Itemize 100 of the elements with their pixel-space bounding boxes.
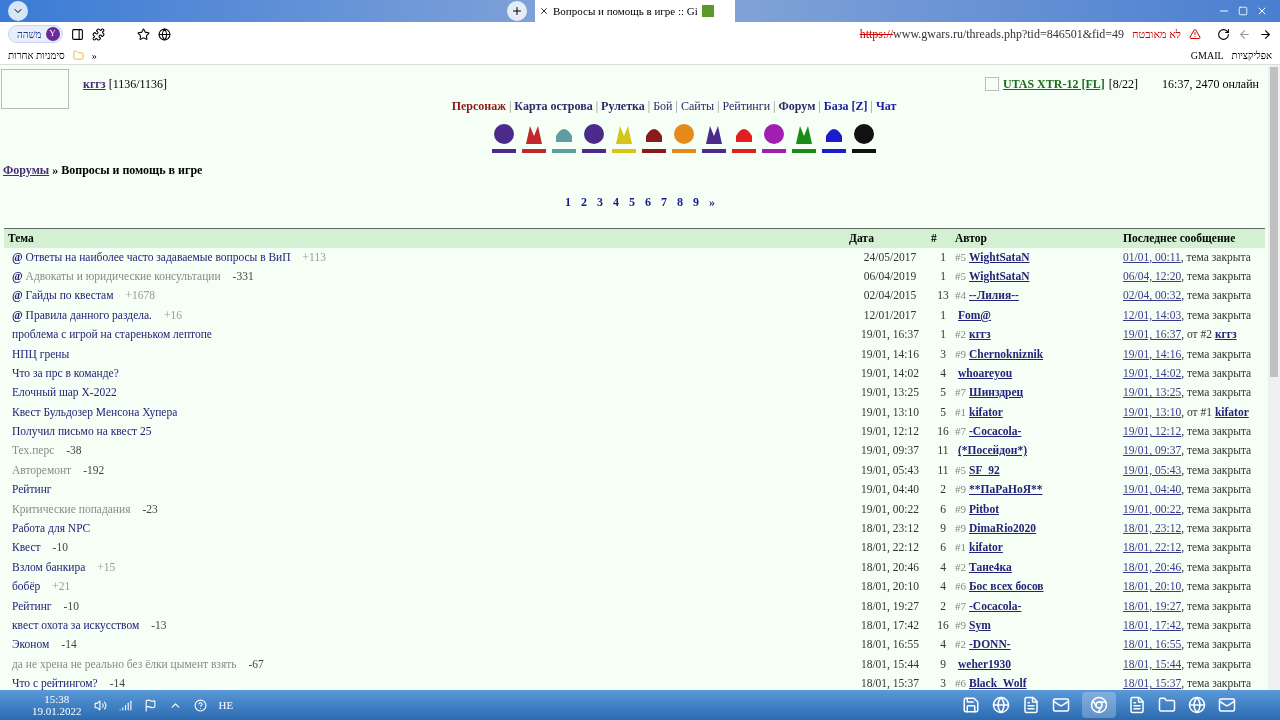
browser-icon[interactable] [1188,696,1206,714]
topic-link[interactable]: квест охота за искусством [12,619,140,631]
page-link[interactable]: 3 [597,193,603,211]
author-link[interactable]: -DONN- [969,638,1011,651]
forward-icon[interactable] [1259,27,1272,41]
topic-link[interactable]: Получил письмо на квест 25 [12,425,152,438]
author-link[interactable]: kifator [969,541,1003,554]
close-window-icon[interactable] [1256,5,1268,17]
last-post-link[interactable]: 01/01, 00:11 [1123,250,1181,263]
nav-link[interactable]: Рейтинги [722,97,771,115]
page-link[interactable]: 8 [677,193,683,211]
topic-link[interactable]: @ Правила данного раздела. [12,308,152,321]
security-warning[interactable]: לא מאובטח [1132,25,1181,43]
nav-link[interactable]: Бой [653,97,673,115]
more-bookmarks[interactable]: » [91,47,97,63]
author-link[interactable]: whoareyou [958,366,1013,379]
author-link[interactable]: SF_92 [969,463,1000,476]
globe-icon[interactable] [992,696,1010,714]
game-menu-icon[interactable] [582,121,606,147]
last-author-link[interactable]: kifator [1214,405,1249,418]
author-link[interactable]: -Cocacola- [969,425,1022,438]
last-post-link[interactable]: 18/01, 19:27 [1123,599,1182,612]
folder-icon[interactable] [1158,696,1176,714]
chrome-taskbar-button[interactable] [1082,692,1116,718]
page-link[interactable]: 2 [581,193,587,211]
flag-icon[interactable] [143,698,157,712]
weapon-link[interactable]: UTAS XTR-12 [FL] [1002,75,1105,93]
author-link[interactable]: --Лилия-- [969,289,1019,302]
last-post-link[interactable]: 19/01, 16:37 [1123,328,1182,341]
volume-icon[interactable] [93,698,107,712]
author-link[interactable]: (*Посейдон*) [958,444,1028,457]
user-link[interactable]: кггз [83,77,106,91]
forums-link[interactable]: Форумы [3,163,50,177]
reload-icon[interactable] [1217,27,1230,41]
author-link[interactable]: Шинздрец [969,386,1024,399]
topic-link[interactable]: бобёр [12,580,41,593]
back-icon[interactable] [1238,27,1251,41]
document-icon[interactable] [1022,696,1040,714]
maximize-icon[interactable] [1238,6,1248,16]
nav-link[interactable]: Карта острова [514,97,593,115]
author-link[interactable]: Sym [969,619,991,631]
page-link[interactable]: » [709,193,715,211]
nav-link[interactable]: Рулетка [601,97,645,115]
author-link[interactable]: Chernokniznik [969,347,1044,360]
page-link[interactable]: 4 [613,193,619,211]
scrollbar[interactable] [1268,65,1280,690]
topic-link[interactable]: НПЦ грены [12,347,70,360]
new-tab-button[interactable] [507,1,527,21]
topic-link[interactable]: @ Гайды по квестам [12,289,114,302]
author-link[interactable]: Бос всех босов [969,580,1044,593]
mail-icon[interactable] [1052,696,1070,714]
author-link[interactable]: Тане4ка [969,560,1012,573]
page-link[interactable]: 1 [565,193,571,211]
page-link[interactable]: 7 [661,193,667,211]
bookmark-item[interactable]: GMAIL [1190,47,1224,63]
page-link[interactable]: 6 [645,193,651,211]
game-menu-icon[interactable] [492,121,516,147]
nav-link[interactable]: Чат [875,97,897,115]
nav-link[interactable]: Форум [778,97,816,115]
side-panel-icon[interactable] [70,27,84,41]
topic-link[interactable]: да не хрена не реально без ёлки цымент взять [12,657,237,670]
topic-link[interactable]: Критические попадания [12,502,131,515]
extensions-icon[interactable] [91,27,105,41]
nav-link[interactable]: Персонаж [451,97,506,115]
author-link[interactable]: DimaRio2020 [969,522,1037,535]
browser-tab[interactable]: Вопросы и помощь в игре :: Gi [535,0,735,22]
author-link[interactable]: WightSataN [969,250,1030,263]
topic-link[interactable]: Елочный шар X-2022 [12,386,117,399]
bookmark-item[interactable]: אפליקציות [1231,47,1272,63]
language-indicator[interactable]: HE [218,696,234,714]
author-link[interactable]: **ПаРаНоЯ** [969,483,1043,496]
text-file-icon[interactable] [1128,696,1146,714]
last-author-link[interactable]: кггз [1214,328,1237,341]
topic-link[interactable]: Квест [12,541,41,554]
author-link[interactable]: Pitbot [969,502,1000,515]
author-link[interactable]: WightSataN [969,269,1030,282]
game-menu-icon[interactable] [852,121,876,147]
author-link[interactable]: kifator [969,405,1003,418]
topic-link[interactable]: @ Адвокаты и юридические консультации [12,269,221,282]
topic-link[interactable]: Тех.перс [12,444,55,457]
last-post-link[interactable]: 19/01, 09:37 [1123,444,1182,457]
topic-link[interactable]: Что с рейтингом? [12,677,98,690]
help-icon[interactable] [193,698,207,712]
topic-link[interactable]: Рейтинг [12,483,52,496]
author-link[interactable]: weher1930 [958,657,1011,670]
page-link[interactable]: 9 [693,193,699,211]
bookmark-star-icon[interactable] [136,27,150,41]
bookmarks-folder[interactable]: סימניות אחרות [8,47,65,63]
author-link[interactable]: -Cocacola- [969,599,1022,612]
nav-link[interactable]: Сайты [680,97,714,115]
topic-link[interactable]: @ Ответы на наиболее часто задаваемые вопросы в ВиП [12,250,291,263]
page-link[interactable]: 5 [629,193,635,211]
topic-link[interactable]: Взлом банкира [12,560,86,573]
author-link[interactable]: Fom@ [958,308,992,321]
url-text[interactable]: https://www.gwars.ru/threads.php?tid=846501&fid=49 [859,25,1125,43]
network-icon[interactable] [118,698,132,712]
topic-link[interactable]: Работа для NPC [12,522,91,535]
tab-list-button[interactable] [8,1,28,21]
topic-link[interactable]: Эконом [12,638,50,651]
nav-link[interactable]: База [Z] [823,97,868,115]
